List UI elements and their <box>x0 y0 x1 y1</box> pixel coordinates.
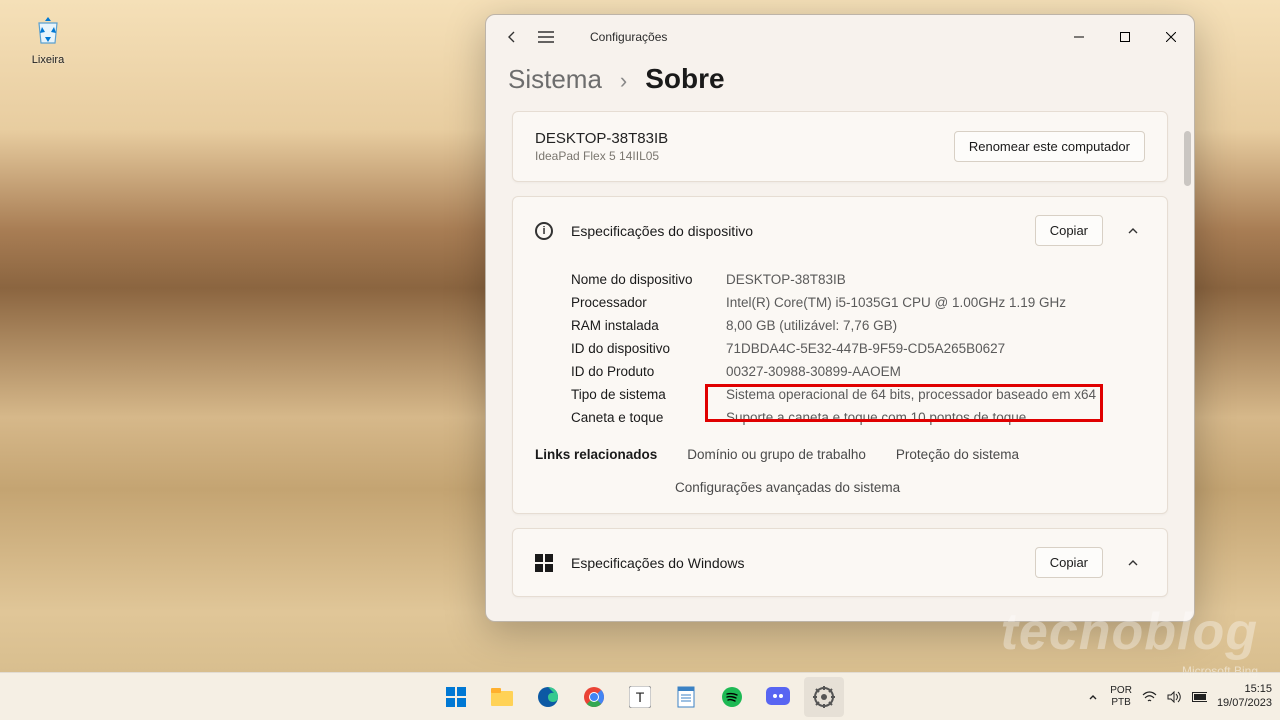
maximize-button[interactable] <box>1102 21 1148 53</box>
taskbar-discord[interactable] <box>758 677 798 717</box>
hamburger-menu-button[interactable] <box>538 29 554 45</box>
device-model: IdeaPad Flex 5 14IIL05 <box>535 149 668 163</box>
wifi-icon[interactable] <box>1142 689 1157 704</box>
minimize-button[interactable] <box>1056 21 1102 53</box>
start-button[interactable] <box>436 677 476 717</box>
device-card: DESKTOP-38T83IB IdeaPad Flex 5 14IIL05 R… <box>512 111 1168 182</box>
device-name: DESKTOP-38T83IB <box>535 130 668 147</box>
rename-pc-button[interactable]: Renomear este computador <box>954 131 1145 162</box>
link-advanced-system-settings[interactable]: Configurações avançadas do sistema <box>675 480 1145 495</box>
taskbar-chrome[interactable] <box>574 677 614 717</box>
settings-window: Configurações Sistema › Sobre DESKTOP-38… <box>485 14 1195 622</box>
recycle-bin-label: Lixeira <box>32 54 64 66</box>
windows-icon <box>535 554 553 572</box>
collapse-device-specs[interactable] <box>1121 219 1145 243</box>
back-button[interactable] <box>504 29 520 45</box>
annotation-highlight <box>705 384 1103 422</box>
collapse-windows-specs[interactable] <box>1121 551 1145 575</box>
tray-language[interactable]: PORPTB <box>1110 685 1132 709</box>
tray-clock[interactable]: 15:1519/07/2023 <box>1217 683 1272 709</box>
scrollbar-thumb[interactable] <box>1184 131 1191 186</box>
related-links-label: Links relacionados <box>535 447 657 462</box>
taskbar-edge[interactable] <box>528 677 568 717</box>
taskbar-notepad[interactable] <box>666 677 706 717</box>
svg-text:T: T <box>636 689 645 705</box>
close-button[interactable] <box>1148 21 1194 53</box>
recycle-bin[interactable]: Lixeira <box>18 12 78 66</box>
taskbar-spotify[interactable] <box>712 677 752 717</box>
breadcrumb-about: Sobre <box>645 63 724 95</box>
window-title: Configurações <box>590 30 667 44</box>
volume-icon[interactable] <box>1167 689 1182 704</box>
taskbar-settings[interactable] <box>804 677 844 717</box>
device-specs-card: i Especificações do dispositivo Copiar N… <box>512 196 1168 514</box>
taskbar-app-t[interactable]: T <box>620 677 660 717</box>
info-icon: i <box>535 222 553 240</box>
link-system-protection[interactable]: Proteção do sistema <box>896 447 1019 462</box>
taskbar: T PORPTB 15:1519/07/2023 <box>0 672 1280 720</box>
content-scroll[interactable]: DESKTOP-38T83IB IdeaPad Flex 5 14IIL05 R… <box>486 111 1194 621</box>
copy-windows-specs-button[interactable]: Copiar <box>1035 547 1103 578</box>
breadcrumb-separator: › <box>620 68 627 94</box>
tray-overflow[interactable] <box>1085 689 1100 704</box>
link-domain-workgroup[interactable]: Domínio ou grupo de trabalho <box>687 447 866 462</box>
windows-specs-card: Especificações do Windows Copiar <box>512 528 1168 597</box>
breadcrumb: Sistema › Sobre <box>486 59 1194 111</box>
recycle-bin-icon <box>29 12 67 50</box>
device-specs-title: Especificações do dispositivo <box>571 223 1017 239</box>
windows-specs-title: Especificações do Windows <box>571 555 1017 571</box>
titlebar: Configurações <box>486 15 1194 59</box>
battery-icon[interactable] <box>1192 689 1207 704</box>
breadcrumb-system[interactable]: Sistema <box>508 64 602 95</box>
taskbar-file-explorer[interactable] <box>482 677 522 717</box>
watermark-tecnoblog: tecnoblog <box>1001 602 1258 662</box>
copy-device-specs-button[interactable]: Copiar <box>1035 215 1103 246</box>
system-tray: PORPTB 15:1519/07/2023 <box>1085 683 1272 709</box>
